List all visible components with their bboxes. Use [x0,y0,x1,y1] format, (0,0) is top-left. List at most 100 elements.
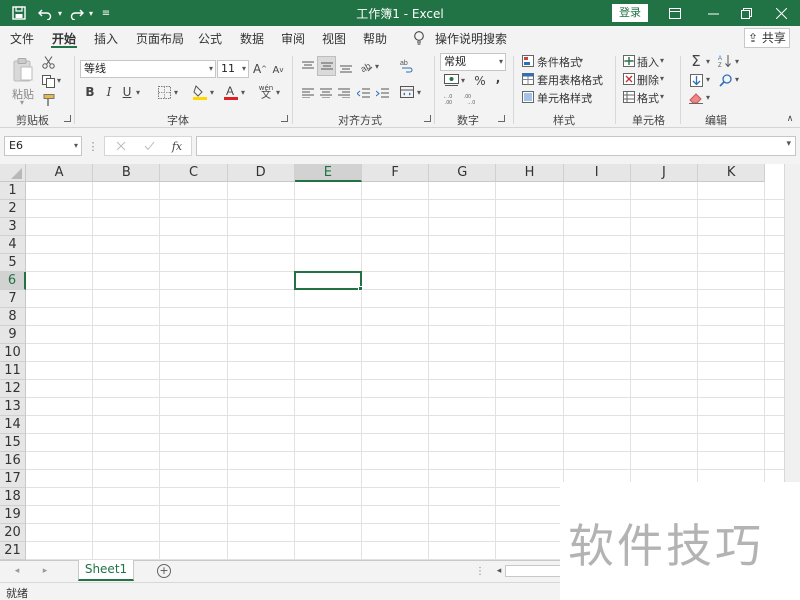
align-top-icon[interactable] [300,58,316,74]
find-select-icon[interactable] [717,72,733,88]
tab-home[interactable]: 开始 [52,30,76,47]
alignment-launcher[interactable] [424,115,431,122]
restore-icon[interactable] [738,4,754,22]
merge-center-icon[interactable] [399,84,415,100]
column-header-b[interactable]: B [93,164,161,182]
align-bottom-icon[interactable] [338,60,354,76]
row-header-2[interactable]: 2 [0,200,26,218]
align-right-icon[interactable] [336,85,352,101]
underline-icon[interactable]: U [120,84,134,100]
font-size-select[interactable]: 11 ▾ [217,60,249,78]
orientation-dropdown-icon[interactable]: ▾ [375,62,379,71]
conditional-format-label[interactable]: 条件格式 [537,54,581,70]
align-center-icon[interactable] [318,85,334,101]
align-left-icon[interactable] [300,85,316,101]
row-header-11[interactable]: 11 [0,362,26,380]
cell-styles-dropdown-icon[interactable]: ▾ [588,92,592,101]
cut-icon[interactable] [40,54,56,70]
row-header-8[interactable]: 8 [0,308,26,326]
phonetic-dropdown-icon[interactable]: ▾ [276,88,280,97]
autosum-dropdown-icon[interactable]: ▾ [706,57,710,66]
column-header-d[interactable]: D [227,164,295,182]
borders-dropdown-icon[interactable]: ▾ [174,88,178,97]
confirm-entry-icon[interactable] [142,139,156,153]
increase-decimal-icon[interactable]: ←.0.00 [442,92,460,106]
column-header-e[interactable]: E [294,164,362,182]
add-sheet-icon[interactable]: + [157,564,171,578]
column-header-c[interactable]: C [160,164,228,182]
insert-cells-label[interactable]: 插入 [637,54,659,70]
insert-function-icon[interactable]: fx [169,138,185,154]
merge-dropdown-icon[interactable]: ▾ [417,88,421,97]
italic-icon[interactable]: I [102,84,116,100]
row-header-17[interactable]: 17 [0,470,26,488]
minimize-icon[interactable] [705,4,721,22]
column-header-j[interactable]: J [630,164,698,182]
column-header-h[interactable]: H [496,164,564,182]
borders-icon[interactable] [156,84,172,100]
row-header-5[interactable]: 5 [0,254,26,272]
fill-color-icon[interactable] [192,83,208,101]
font-name-select[interactable]: 等线 ▾ [80,60,216,78]
format-as-table-icon[interactable] [521,72,535,86]
percent-icon[interactable]: % [473,73,487,89]
row-header-3[interactable]: 3 [0,218,26,236]
clear-icon[interactable] [688,90,704,106]
row-header-9[interactable]: 9 [0,326,26,344]
find-select-dropdown-icon[interactable]: ▾ [735,75,739,84]
font-color-icon[interactable]: A [223,83,239,101]
accounting-format-icon[interactable] [442,72,460,88]
cancel-entry-icon[interactable] [114,139,128,153]
tab-page-layout[interactable]: 页面布局 [136,30,184,47]
fill-handle[interactable] [358,286,363,291]
fill-icon[interactable] [688,72,704,88]
number-launcher[interactable] [498,115,505,122]
column-header-g[interactable]: G [429,164,497,182]
sheet-tab[interactable]: Sheet1 [78,560,134,581]
fill-dropdown-icon[interactable]: ▾ [706,75,710,84]
row-header-1[interactable]: 1 [0,182,26,200]
format-cells-icon[interactable] [622,90,636,104]
format-as-table-label[interactable]: 套用表格格式 [537,72,603,88]
row-header-4[interactable]: 4 [0,236,26,254]
orientation-icon[interactable]: ab [358,58,374,74]
row-header-13[interactable]: 13 [0,398,26,416]
copy-icon[interactable] [40,73,56,89]
autosum-icon[interactable]: Σ [688,52,704,70]
scroll-right-icon[interactable]: ▸ [40,565,50,577]
row-header-20[interactable]: 20 [0,524,26,542]
font-launcher[interactable] [281,115,288,122]
format-cells-dropdown-icon[interactable]: ▾ [660,92,664,101]
row-header-16[interactable]: 16 [0,452,26,470]
tab-view[interactable]: 视图 [322,30,346,47]
tab-file[interactable]: 文件 [10,30,34,47]
sort-filter-icon[interactable]: AZ [717,53,733,69]
expand-formula-icon[interactable]: ▾ [786,139,791,149]
row-header-21[interactable]: 21 [0,542,26,560]
tab-help[interactable]: 帮助 [363,30,387,47]
insert-cells-icon[interactable] [622,54,636,68]
row-header-18[interactable]: 18 [0,488,26,506]
paste-icon[interactable] [10,56,36,84]
cell-styles-icon[interactable] [521,90,535,104]
paste-dropdown-icon[interactable]: ▾ [20,98,24,107]
decrease-decimal-icon[interactable]: .00 →.0 [463,92,481,106]
tab-review[interactable]: 审阅 [281,30,305,47]
ribbon-display-icon[interactable] [667,4,683,22]
grow-font-icon[interactable]: A ^ [253,60,267,78]
column-header-a[interactable]: A [26,164,94,182]
insert-cells-dropdown-icon[interactable]: ▾ [660,56,664,65]
close-icon[interactable] [773,4,789,22]
collapse-ribbon-icon[interactable]: ∧ [784,114,796,124]
row-header-15[interactable]: 15 [0,434,26,452]
more-options-icon[interactable]: ⋮ [88,139,99,153]
select-all-corner[interactable] [0,164,26,182]
accounting-dropdown-icon[interactable]: ▾ [461,76,465,85]
active-cell[interactable] [293,271,362,290]
scroll-left-icon[interactable]: ◂ [12,565,22,577]
align-middle-icon[interactable] [317,56,336,76]
sort-filter-dropdown-icon[interactable]: ▾ [735,57,739,66]
phonetic-icon[interactable]: wén 文 [258,83,274,101]
tell-me-search[interactable]: 操作说明搜索 [435,30,507,47]
clipboard-launcher[interactable] [64,115,71,122]
